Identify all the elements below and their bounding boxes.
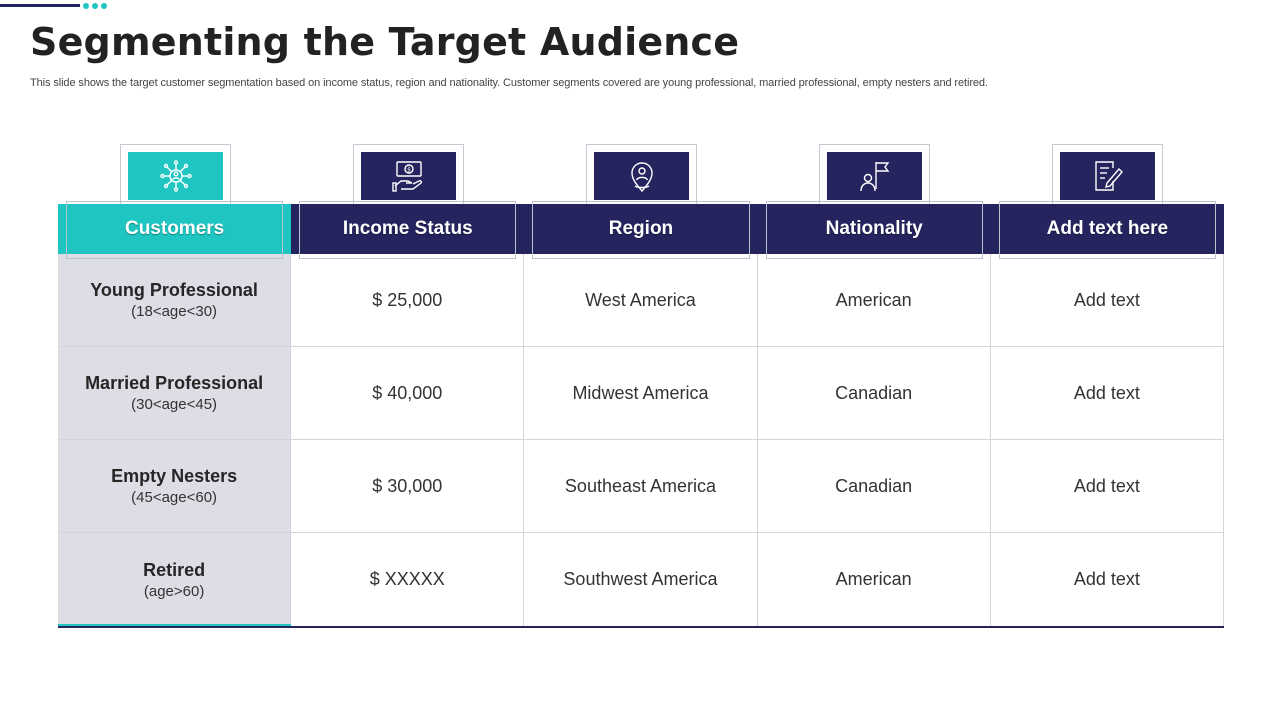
segment-cell: Retired (age>60): [58, 533, 292, 626]
money-hand-icon: $: [391, 161, 422, 192]
icon-frame-nationality: [819, 144, 930, 204]
add-text-cell: Add text: [990, 440, 1224, 533]
column-header-region: Region: [524, 201, 758, 259]
segment-cell: Empty Nesters (45<age<60): [58, 440, 292, 533]
nationality-cell: Canadian: [757, 347, 991, 440]
column-header-label: Add text here: [1046, 218, 1169, 239]
segment-cell: Young Professional (18<age<30): [58, 254, 292, 347]
table-accent-line: [58, 624, 291, 626]
table-row: Young Professional (18<age<30) $ 25,000 …: [58, 254, 1224, 347]
document-pen-icon: [1094, 161, 1123, 191]
person-flag-icon: [859, 162, 889, 192]
table-header-row: Customers Income Status Region Nationali…: [58, 201, 1224, 259]
segment-name: Empty Nesters: [111, 466, 238, 486]
icon-box-customers: [128, 152, 223, 200]
icon-frame-addtext: [1052, 144, 1163, 204]
segment-age: (age>60): [143, 582, 205, 600]
add-text-cell: Add text: [990, 347, 1224, 440]
table-row: Retired (age>60) $ XXXXX Southwest Ameri…: [58, 533, 1224, 626]
region-cell: Midwest America: [524, 347, 758, 440]
icon-frame-income: $: [353, 144, 464, 204]
column-header-customers: Customers: [58, 201, 292, 259]
location-person-icon: [630, 162, 653, 193]
segment-age: (18<age<30): [131, 303, 218, 320]
column-header-nationality: Nationality: [757, 201, 991, 259]
icon-frame-region: [586, 144, 697, 204]
region-cell: Southeast America: [524, 440, 758, 533]
column-header-label: Customers: [124, 218, 225, 239]
icon-box-addtext: [1060, 152, 1155, 200]
income-cell: $ 30,000: [291, 440, 525, 533]
column-header-add-text: Add text here: [990, 201, 1224, 259]
segment-name: Retired: [143, 559, 206, 580]
column-header-income-status: Income Status: [291, 201, 525, 259]
decor-dots: [83, 3, 107, 9]
column-header-label: Nationality: [825, 218, 923, 239]
network-person-icon: [159, 160, 192, 192]
region-cell: West America: [524, 254, 758, 347]
column-header-label: Region: [608, 218, 674, 239]
income-cell: $ XXXXX: [291, 533, 525, 626]
add-text-cell: Add text: [990, 533, 1224, 626]
icon-box-nationality: [827, 152, 922, 200]
add-text-cell: Add text: [990, 254, 1224, 347]
nationality-cell: American: [757, 254, 991, 347]
nationality-cell: American: [757, 533, 991, 626]
table-row: Married Professional (30<age<45) $ 40,00…: [58, 347, 1224, 440]
segment-age: (30<age<45): [131, 396, 218, 413]
segment-name: Married Professional: [85, 373, 264, 393]
icon-frame-customers: [120, 144, 231, 204]
segmentation-table: Customers Income Status Region Nationali…: [58, 201, 1224, 628]
segment-age: (45<age<60): [131, 489, 218, 506]
income-cell: $ 25,000: [291, 254, 525, 347]
segment-cell: Married Professional (30<age<45): [58, 347, 292, 440]
page-subtitle: This slide shows the target customer seg…: [30, 77, 988, 89]
segment-name: Young Professional: [90, 280, 258, 300]
column-header-label: Income Status: [342, 218, 473, 239]
nationality-cell: Canadian: [757, 440, 991, 533]
income-cell: $ 40,000: [291, 347, 525, 440]
svg-text:$: $: [407, 167, 411, 174]
icon-box-income: $: [361, 152, 456, 200]
decor-line: [0, 4, 80, 7]
region-cell: Southwest America: [524, 533, 758, 626]
page-title: Segmenting the Target Audience: [30, 20, 740, 64]
table-row: Empty Nesters (45<age<60) $ 30,000 South…: [58, 440, 1224, 533]
icon-box-region: [594, 152, 689, 200]
